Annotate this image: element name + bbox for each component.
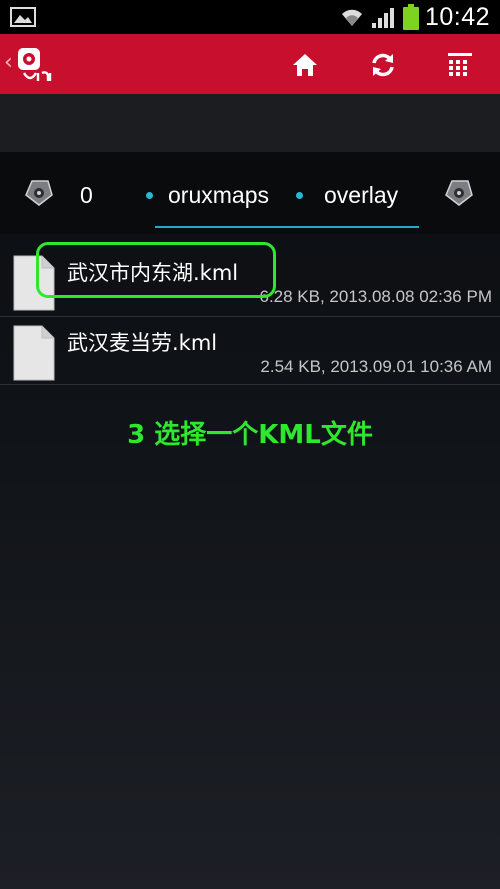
- highlight-box: [36, 242, 276, 298]
- back-chevron-icon[interactable]: ‹: [4, 50, 13, 75]
- breadcrumb-segment-oruxmaps[interactable]: oruxmaps: [168, 182, 269, 209]
- grid-menu-button[interactable]: [443, 48, 477, 82]
- breadcrumb-separator: [296, 192, 303, 199]
- breadcrumb-prev-icon[interactable]: [24, 178, 54, 208]
- image-notification-icon: [10, 7, 36, 27]
- breadcrumb-segment-overlay[interactable]: overlay: [324, 182, 398, 209]
- document-icon: [13, 325, 55, 381]
- breadcrumb-partial-segment[interactable]: 0: [80, 182, 93, 209]
- breadcrumb-next-icon[interactable]: [444, 178, 474, 208]
- action-bar: ‹: [0, 34, 500, 94]
- file-list-item[interactable]: 武汉麦当劳.kml 2.54 KB, 2013.09.01 10:36 AM: [0, 318, 500, 384]
- breadcrumb-active-underline: [155, 226, 419, 228]
- toolbar-spacer: [0, 94, 500, 152]
- home-button[interactable]: [288, 48, 322, 82]
- list-divider: [0, 384, 500, 385]
- file-meta: 6.28 KB, 2013.08.08 02:36 PM: [259, 287, 492, 306]
- status-bar: 10:42: [0, 0, 500, 34]
- instruction-annotation: 3 选择一个KML文件: [127, 420, 373, 450]
- status-time: 10:42: [424, 2, 490, 31]
- wifi-icon: [341, 9, 362, 26]
- home-icon: [293, 54, 317, 76]
- breadcrumb: 0 oruxmaps overlay: [0, 152, 500, 234]
- refresh-button[interactable]: [366, 48, 400, 82]
- app-logo-icon[interactable]: [16, 47, 56, 83]
- file-name: 武汉麦当劳.kml: [67, 331, 218, 355]
- refresh-icon: [372, 53, 394, 77]
- signal-icon: [371, 8, 394, 28]
- breadcrumb-separator: [146, 192, 153, 199]
- battery-icon: [402, 4, 419, 30]
- grid-menu-icon: [448, 53, 472, 76]
- file-meta: 2.54 KB, 2013.09.01 10:36 AM: [260, 357, 492, 376]
- list-divider: [0, 316, 500, 317]
